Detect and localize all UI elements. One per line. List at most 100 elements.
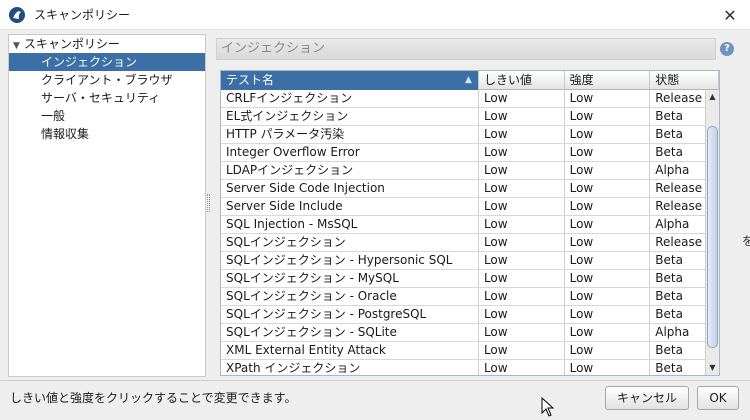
- cell-test-name: Server Side Include: [221, 198, 479, 215]
- scroll-down-icon[interactable]: ▼: [706, 361, 719, 375]
- cancel-button[interactable]: キャンセル: [605, 386, 689, 410]
- policy-tree[interactable]: ▼ スキャンポリシー インジェクション クライアント・ブラウザ サーバ・セキュリテ…: [8, 34, 206, 377]
- cell-strength[interactable]: Low: [565, 306, 651, 323]
- cell-strength[interactable]: Low: [565, 360, 651, 375]
- table-row[interactable]: XPath インジェクション Low Low Beta: [221, 360, 719, 375]
- tree-item-client-browser[interactable]: クライアント・ブラウザ: [9, 71, 205, 89]
- cell-strength[interactable]: Low: [565, 90, 651, 107]
- cell-threshold[interactable]: Low: [479, 270, 565, 287]
- close-button[interactable]: ✕: [710, 0, 750, 30]
- table-row[interactable]: SQLインジェクション - MySQL Low Low Beta: [221, 270, 719, 288]
- footer: しきい値と強度をクリックすることで変更できます。 キャンセル OK: [0, 380, 750, 420]
- cell-threshold[interactable]: Low: [479, 108, 565, 125]
- cell-test-name: Server Side Code Injection: [221, 180, 479, 197]
- dialog-body: ▼ スキャンポリシー インジェクション クライアント・ブラウザ サーバ・セキュリテ…: [0, 30, 750, 380]
- table-row[interactable]: SQL Injection - MsSQL Low Low Alpha: [221, 216, 719, 234]
- cell-strength[interactable]: Low: [565, 216, 651, 233]
- cell-strength[interactable]: Low: [565, 324, 651, 341]
- tree-root[interactable]: ▼ スキャンポリシー: [9, 35, 205, 53]
- table-row[interactable]: SQLインジェクション - PostgreSQL Low Low Beta: [221, 306, 719, 324]
- status-message: しきい値と強度をクリックすることで変更できます。: [10, 391, 297, 405]
- column-header-test-name[interactable]: テスト名 ▲: [221, 71, 479, 90]
- cell-threshold[interactable]: Low: [479, 180, 565, 197]
- table-body: CRLFインジェクション Low Low Release EL式インジェクション Low L…: [221, 90, 719, 375]
- grip-icon: [207, 194, 210, 212]
- table-row[interactable]: LDAPインジェクション Low Low Alpha: [221, 162, 719, 180]
- cell-threshold[interactable]: Low: [479, 324, 565, 341]
- cell-threshold[interactable]: Low: [479, 90, 565, 107]
- tree-item-info-gathering[interactable]: 情報収集: [9, 125, 205, 143]
- cell-strength[interactable]: Low: [565, 288, 651, 305]
- close-icon: ✕: [723, 5, 737, 25]
- cell-strength[interactable]: Low: [565, 144, 651, 161]
- cell-test-name: SQLインジェクション: [221, 234, 479, 251]
- cell-threshold[interactable]: Low: [479, 252, 565, 269]
- cell-threshold[interactable]: Low: [479, 162, 565, 179]
- tree-item-server-security[interactable]: サーバ・セキュリティ: [9, 89, 205, 107]
- ok-button[interactable]: OK: [697, 386, 739, 410]
- cell-strength[interactable]: Low: [565, 198, 651, 215]
- tree-item-injection[interactable]: インジェクション: [9, 53, 205, 71]
- table-row[interactable]: EL式インジェクション Low Low Beta: [221, 108, 719, 126]
- cell-strength[interactable]: Low: [565, 342, 651, 359]
- table-row[interactable]: Integer Overflow Error Low Low Beta: [221, 144, 719, 162]
- cell-test-name: CRLFインジェクション: [221, 90, 479, 107]
- column-header-label: テスト名: [226, 73, 275, 87]
- column-header-status[interactable]: 状態: [650, 71, 719, 90]
- cell-test-name: SQL Injection - MsSQL: [221, 216, 479, 233]
- cell-threshold[interactable]: Low: [479, 216, 565, 233]
- scan-rules-table: テスト名 ▲ しきい値 強度 状態 CRLFインジェクション Low Low Rele…: [220, 70, 720, 376]
- cell-strength[interactable]: Low: [565, 108, 651, 125]
- expand-arrow-icon[interactable]: ▼: [13, 41, 20, 51]
- cell-threshold[interactable]: Low: [479, 144, 565, 161]
- cell-test-name: SQLインジェクション - SQLite: [221, 324, 479, 341]
- cell-strength[interactable]: Low: [565, 252, 651, 269]
- app-logo-icon: [9, 6, 25, 23]
- cell-test-name: SQLインジェクション - MySQL: [221, 270, 479, 287]
- table-row[interactable]: Server Side Include Low Low Release: [221, 198, 719, 216]
- cell-threshold[interactable]: Low: [479, 126, 565, 143]
- cell-test-name: SQLインジェクション - Oracle: [221, 288, 479, 305]
- help-icon[interactable]: ?: [720, 42, 734, 56]
- cell-threshold[interactable]: Low: [479, 198, 565, 215]
- table-header: テスト名 ▲ しきい値 強度 状態: [221, 71, 719, 90]
- table-row[interactable]: XML External Entity Attack Low Low Beta: [221, 342, 719, 360]
- cell-strength[interactable]: Low: [565, 162, 651, 179]
- table-row[interactable]: CRLFインジェクション Low Low Release: [221, 90, 719, 108]
- cell-strength[interactable]: Low: [565, 126, 651, 143]
- cell-threshold[interactable]: Low: [479, 342, 565, 359]
- cell-strength[interactable]: Low: [565, 270, 651, 287]
- tree-item-general[interactable]: 一般: [9, 107, 205, 125]
- cell-test-name: LDAPインジェクション: [221, 162, 479, 179]
- cell-test-name: SQLインジェクション - Hypersonic SQL: [221, 252, 479, 269]
- scroll-thumb[interactable]: [707, 126, 718, 348]
- cell-strength[interactable]: Low: [565, 180, 651, 197]
- vertical-scrollbar[interactable]: ▲ ▼: [705, 90, 719, 375]
- table-row[interactable]: SQLインジェクション Low Low Release: [221, 234, 719, 252]
- cell-threshold[interactable]: Low: [479, 234, 565, 251]
- table-row[interactable]: SQLインジェクション - SQLite Low Low Alpha: [221, 324, 719, 342]
- sort-ascending-icon: ▲: [465, 75, 472, 85]
- cell-test-name: EL式インジェクション: [221, 108, 479, 125]
- cell-test-name: XPath インジェクション: [221, 360, 479, 375]
- table-row[interactable]: SQLインジェクション - Oracle Low Low Beta: [221, 288, 719, 306]
- table-row[interactable]: HTTP パラメータ汚染 Low Low Beta: [221, 126, 719, 144]
- column-header-threshold[interactable]: しきい値: [479, 71, 565, 90]
- cell-strength[interactable]: Low: [565, 234, 651, 251]
- cell-test-name: Integer Overflow Error: [221, 144, 479, 161]
- scroll-up-icon[interactable]: ▲: [706, 90, 719, 104]
- window-title: スキャンポリシー: [34, 8, 131, 22]
- cell-test-name: HTTP パラメータ汚染: [221, 126, 479, 143]
- cell-threshold[interactable]: Low: [479, 306, 565, 323]
- cell-threshold[interactable]: Low: [479, 288, 565, 305]
- column-header-strength[interactable]: 強度: [565, 71, 651, 90]
- cell-test-name: XML External Entity Attack: [221, 342, 479, 359]
- right-panel: インジェクション ? テスト名 ▲ しきい値 強度 状態 CRLFインジェクショ…: [212, 34, 740, 377]
- mouse-cursor-icon: [541, 397, 555, 417]
- title-bar: スキャンポリシー ✕: [0, 0, 750, 30]
- cell-test-name: SQLインジェクション - PostgreSQL: [221, 306, 479, 323]
- table-row[interactable]: SQLインジェクション - Hypersonic SQL Low Low Beta: [221, 252, 719, 270]
- table-row[interactable]: Server Side Code Injection Low Low Release: [221, 180, 719, 198]
- tree-root-label: スキャンポリシー: [23, 37, 120, 51]
- cell-threshold[interactable]: Low: [479, 360, 565, 375]
